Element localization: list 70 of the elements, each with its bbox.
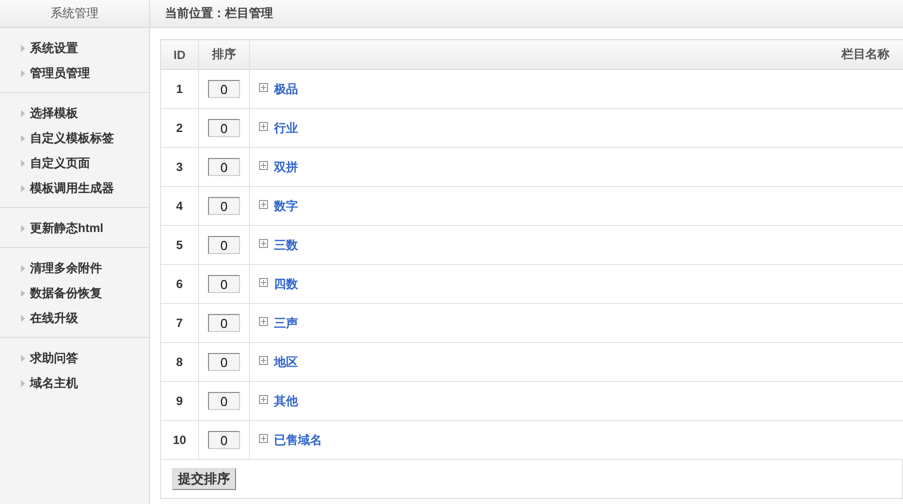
sidebar-item[interactable]: 域名主机	[30, 375, 78, 392]
sidebar-item[interactable]: 自定义模板标签	[30, 130, 114, 147]
triangle-icon	[21, 265, 25, 272]
sidebar-item[interactable]: 清理多余附件	[30, 260, 102, 277]
column-header: 排序	[198, 40, 250, 70]
order-input[interactable]: 0	[208, 158, 240, 176]
id-cell: 1	[160, 70, 198, 108]
sidebar-title: 系统管理	[0, 0, 149, 28]
sidebar-item[interactable]: 在线升级	[30, 310, 78, 327]
plus-icon[interactable]	[259, 200, 268, 208]
plus-icon[interactable]	[259, 160, 268, 170]
triangle-icon	[21, 315, 25, 322]
plus-icon[interactable]	[259, 278, 268, 286]
id-cell: 8	[160, 342, 198, 382]
triangle-icon	[21, 135, 25, 142]
order-input[interactable]: 0	[208, 197, 240, 215]
sidebar-item[interactable]: 管理员管理	[30, 65, 90, 82]
sidebar-item[interactable]: 自定义页面	[30, 155, 90, 172]
order-input[interactable]: 0	[208, 431, 240, 449]
sidebar-item[interactable]: 更新静态html	[30, 220, 104, 237]
id-cell: 2	[160, 108, 198, 148]
sidebar-item[interactable]: 模板调用生成器	[30, 180, 114, 197]
order-input[interactable]: 0	[208, 275, 240, 293]
plus-icon[interactable]	[259, 238, 268, 248]
triangle-icon	[21, 225, 25, 232]
category-link[interactable]: 三声	[274, 314, 298, 332]
id-cell: 9	[160, 382, 198, 420]
sidebar-item[interactable]: 求助问答	[30, 350, 78, 367]
column-header: 栏目名称	[250, 40, 902, 70]
plus-icon[interactable]	[259, 434, 268, 442]
triangle-icon	[21, 185, 25, 192]
category-link[interactable]: 四数	[274, 276, 298, 292]
plus-icon[interactable]	[259, 394, 268, 404]
plus-icon[interactable]	[259, 122, 268, 130]
plus-icon[interactable]	[259, 356, 268, 364]
triangle-icon	[21, 160, 25, 167]
category-link[interactable]: 行业	[274, 120, 298, 136]
order-input[interactable]: 0	[208, 119, 240, 137]
plus-icon[interactable]	[259, 82, 268, 92]
id-cell: 4	[160, 186, 198, 226]
id-cell: 5	[160, 226, 198, 264]
triangle-icon	[21, 290, 25, 297]
breadcrumb: 当前位置：栏目管理	[165, 6, 273, 20]
category-link[interactable]: 其他	[274, 392, 298, 410]
order-input[interactable]: 0	[208, 392, 240, 410]
category-link[interactable]: 三数	[274, 236, 298, 254]
order-input[interactable]: 0	[208, 236, 240, 254]
sidebar-item[interactable]: 数据备份恢复	[30, 285, 102, 302]
id-cell: 3	[160, 148, 198, 186]
order-input[interactable]: 0	[208, 353, 240, 371]
triangle-icon	[21, 110, 25, 117]
category-link[interactable]: 双拼	[274, 158, 298, 176]
sidebar-item[interactable]: 选择模板	[30, 105, 78, 122]
triangle-icon	[21, 355, 25, 362]
id-cell: 6	[160, 264, 198, 304]
id-cell: 7	[160, 304, 198, 342]
triangle-icon	[21, 380, 25, 387]
order-input[interactable]: 0	[208, 80, 240, 98]
category-link[interactable]: 极品	[274, 80, 298, 98]
order-input[interactable]: 0	[208, 314, 240, 332]
triangle-icon	[21, 70, 25, 77]
triangle-icon	[21, 45, 25, 52]
id-cell: 10	[160, 420, 198, 460]
plus-icon[interactable]	[259, 316, 268, 326]
category-link[interactable]: 已售域名	[274, 432, 322, 448]
submit-button[interactable]: 提交排序	[172, 468, 236, 490]
sidebar-item[interactable]: 系统设置	[30, 40, 78, 57]
category-link[interactable]: 数字	[274, 198, 298, 214]
category-link[interactable]: 地区	[274, 354, 298, 370]
column-header: ID	[160, 40, 198, 70]
